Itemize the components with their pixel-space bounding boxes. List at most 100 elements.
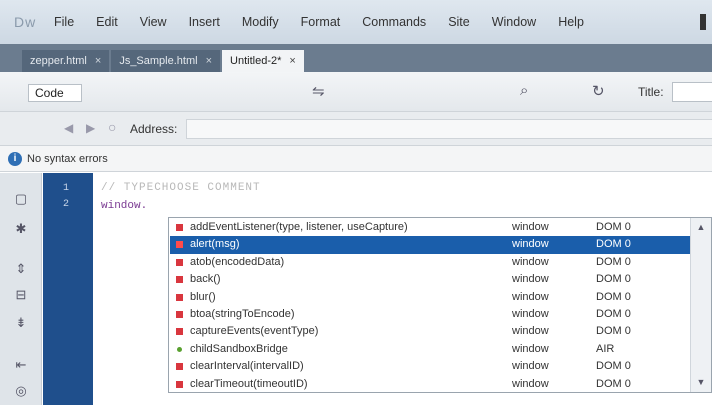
menu-window[interactable]: Window [492, 15, 536, 29]
menu-view[interactable]: View [140, 15, 167, 29]
hint-row[interactable]: back() window DOM 0 [170, 271, 690, 288]
hint-object: window [512, 377, 549, 390]
back-arrow-icon[interactable]: ◀ [64, 121, 73, 135]
line-number: 1 [63, 183, 70, 194]
hint-scrollbar[interactable]: ▲ ▼ [690, 218, 711, 392]
code-view-button[interactable]: Code [28, 84, 82, 102]
balance-braces-icon[interactable]: ◎ [13, 383, 29, 399]
method-marker-icon [176, 328, 183, 336]
hint-object: window [512, 360, 549, 373]
menu-insert[interactable]: Insert [189, 15, 220, 29]
menu-format[interactable]: Format [301, 15, 341, 29]
hint-version: AIR [596, 342, 615, 355]
hint-row[interactable]: clearInterval(intervalID) window DOM 0 [170, 358, 690, 375]
hint-version: DOM 0 [596, 377, 631, 390]
menu-modify[interactable]: Modify [242, 15, 279, 29]
hint-row[interactable]: childSandboxBridge window AIR [170, 341, 690, 358]
hint-row[interactable]: btoa(stringToEncode) window DOM 0 [170, 306, 690, 323]
menu-commands[interactable]: Commands [362, 15, 426, 29]
hint-name: childSandboxBridge [190, 342, 288, 355]
hint-version: DOM 0 [596, 255, 631, 268]
address-label: Address: [130, 122, 178, 136]
line-number-gutter: 1 2 [43, 173, 93, 405]
hint-name: atob(encodedData) [190, 255, 285, 268]
hint-object: window [512, 342, 549, 355]
hint-name: captureEvents(eventType) [190, 325, 319, 338]
tab-label: zepper.html [30, 55, 87, 67]
hint-name: clearInterval(intervalID) [190, 360, 304, 373]
close-icon[interactable]: × [206, 50, 212, 72]
expand-all-icon[interactable]: ⇟ [13, 315, 29, 331]
tab-zepper[interactable]: zepper.html × [22, 50, 110, 72]
hint-version: DOM 0 [596, 273, 631, 286]
method-marker-icon [176, 380, 183, 388]
close-icon[interactable]: × [289, 50, 295, 72]
layout-switcher-icon[interactable] [700, 14, 706, 30]
scroll-up-icon[interactable]: ▲ [694, 221, 708, 233]
hint-name: blur() [190, 290, 216, 303]
hint-object: window [512, 273, 549, 286]
tab-js-sample[interactable]: Js_Sample.html × [111, 50, 221, 72]
hint-name: clearTimeout(timeoutID) [190, 377, 308, 390]
method-marker-icon [176, 363, 183, 371]
hint-version: DOM 0 [596, 221, 631, 233]
hint-version: DOM 0 [596, 238, 631, 251]
hint-row[interactable]: clearTimeout(timeoutID) window DOM 0 [170, 376, 690, 393]
dw-logo-icon: Dw [14, 14, 37, 30]
hint-name: btoa(stringToEncode) [190, 308, 295, 320]
method-marker-icon [176, 224, 183, 231]
line-number: 2 [63, 199, 70, 210]
refresh-icon[interactable]: ↻ [592, 82, 605, 100]
hint-version: DOM 0 [596, 290, 631, 303]
hint-object: window [512, 290, 549, 303]
close-icon[interactable]: × [95, 50, 101, 72]
open-documents-icon[interactable]: ▢ [13, 191, 29, 207]
document-tab-bar: zepper.html × Js_Sample.html × Untitled-… [0, 44, 712, 72]
method-marker-icon [176, 241, 183, 249]
tab-label: Js_Sample.html [119, 55, 198, 67]
property-marker-icon [177, 346, 182, 352]
hint-object: window [512, 325, 549, 338]
code-line-1: // TYPECHOOSE COMMENT [101, 182, 261, 194]
tab-label: Untitled-2* [230, 55, 282, 67]
code-hint-popup: addEventListener(type, listener, useCapt… [168, 217, 712, 393]
hint-row[interactable]: captureEvents(eventType) window DOM 0 [170, 323, 690, 340]
menu-bar: Dw File Edit View Insert Modify Format C… [0, 0, 712, 44]
document-toolbar: Code ⇋ ⌕ ↻ Title: [0, 72, 712, 112]
inspect-icon[interactable]: ⌕ [520, 82, 528, 99]
menu-site[interactable]: Site [448, 15, 470, 29]
forward-arrow-icon[interactable]: ▶ [86, 121, 95, 135]
hint-row-selected[interactable]: alert(msg) window DOM 0 [170, 236, 690, 254]
hint-row[interactable]: atob(encodedData) window DOM 0 [170, 254, 690, 271]
method-marker-icon [176, 276, 183, 284]
coding-toolbar: ▢ ✱ ⇕ ⊟ ⇟ ⇤ ◎ [0, 173, 42, 405]
scroll-down-icon[interactable]: ▼ [694, 376, 708, 388]
stop-icon[interactable]: ○ [108, 119, 116, 135]
address-bar: ◀ ▶ ○ Address: [0, 112, 712, 146]
method-marker-icon [176, 258, 183, 266]
hint-version: DOM 0 [596, 360, 631, 373]
hint-row[interactable]: blur() window DOM 0 [170, 289, 690, 306]
menu-help[interactable]: Help [558, 15, 584, 29]
hint-object: window [512, 255, 549, 268]
show-code-navigator-icon[interactable]: ✱ [13, 221, 29, 237]
select-parent-tag-icon[interactable]: ⇤ [13, 357, 29, 373]
menu-file[interactable]: File [54, 15, 74, 29]
hint-version: DOM 0 [596, 308, 631, 320]
collapse-full-tag-icon[interactable]: ⇕ [13, 261, 29, 277]
collapse-selection-icon[interactable]: ⊟ [13, 287, 29, 303]
hint-row[interactable]: addEventListener(type, listener, useCapt… [170, 219, 690, 236]
hint-name: back() [190, 273, 221, 286]
split-view-icon[interactable]: ⇋ [312, 82, 325, 100]
hint-name: alert(msg) [190, 238, 240, 251]
code-line-2: window. [101, 200, 148, 212]
info-icon: i [8, 151, 22, 166]
title-label: Title: [638, 85, 664, 99]
hint-object: window [512, 238, 549, 251]
syntax-status-text: No syntax errors [27, 152, 108, 165]
title-input[interactable] [672, 82, 712, 102]
address-input[interactable] [186, 119, 712, 139]
menu-edit[interactable]: Edit [96, 15, 118, 29]
hint-object: window [512, 308, 549, 320]
tab-untitled-2[interactable]: Untitled-2* × [222, 50, 304, 72]
